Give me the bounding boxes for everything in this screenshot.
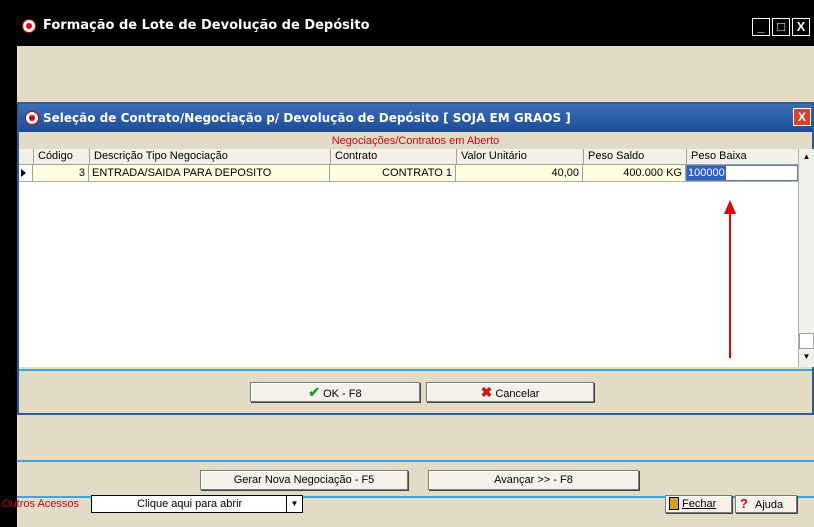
fechar-button[interactable]: Fechar <box>665 495 732 513</box>
dialog-close-button[interactable]: X <box>793 108 811 126</box>
outer-titlebar: Formação de Lote de Devolução de Depósit… <box>17 6 814 46</box>
dialog-titlebar: Seleção de Contrato/Negociação p/ Devolu… <box>19 104 812 132</box>
column-header-contrato[interactable]: Contrato <box>330 149 456 164</box>
row-indicator-cell <box>19 165 33 181</box>
separator <box>17 460 814 462</box>
column-header-descricao[interactable]: Descrição Tipo Negociação <box>89 149 330 164</box>
selection-dialog: Seleção de Contrato/Negociação p/ Devolu… <box>17 102 814 415</box>
ajuda-label: Ajuda <box>755 499 784 511</box>
column-header-peso-baixa[interactable]: Peso Baixa <box>686 149 798 164</box>
avancar-button[interactable]: Avançar >> - F8 <box>428 470 639 490</box>
ok-label: OK - F8 <box>323 388 362 400</box>
cancel-button[interactable]: ✖ Cancelar <box>426 382 594 402</box>
vertical-scrollbar[interactable]: ▲ ▼ <box>798 149 814 367</box>
ajuda-button[interactable]: ? Ajuda <box>735 495 797 513</box>
close-button[interactable]: X <box>792 18 810 36</box>
door-icon <box>669 497 679 510</box>
ok-button[interactable]: ✔ OK - F8 <box>250 382 420 402</box>
fechar-label: Fechar <box>682 498 717 510</box>
gerar-nova-negociacao-label: Gerar Nova Negociação - F5 <box>233 474 375 486</box>
annotation-arrow-icon <box>724 200 736 358</box>
column-header-valor-unitario[interactable]: Valor Unitário <box>456 149 583 164</box>
outros-acessos-combo[interactable]: Clique aqui para abrir ▼ <box>91 495 303 513</box>
maximize-button[interactable]: □ <box>772 18 790 36</box>
chevron-down-icon[interactable]: ▼ <box>286 496 302 512</box>
scroll-up-icon[interactable]: ▲ <box>799 149 814 165</box>
cell-contrato[interactable]: CONTRATO 1 <box>330 165 456 181</box>
separator <box>19 369 812 371</box>
cell-codigo[interactable]: 3 <box>33 165 89 181</box>
avancar-label: Avançar >> - F8 <box>494 474 573 486</box>
column-header-peso-saldo[interactable]: Peso Saldo <box>583 149 686 164</box>
cell-descricao[interactable]: ENTRADA/SAIDA PARA DEPOSITO <box>89 165 330 181</box>
table-row[interactable]: 3 ENTRADA/SAIDA PARA DEPOSITO CONTRATO 1… <box>19 165 798 182</box>
outer-window-title: Formação de Lote de Devolução de Depósit… <box>43 18 370 33</box>
grid-header: Código Descrição Tipo Negociação Contrat… <box>19 149 798 165</box>
peso-baixa-input[interactable]: 100000 <box>686 165 798 181</box>
cell-valor-unitario[interactable]: 40,00 <box>456 165 583 181</box>
checkmark-icon: ✔ <box>308 384 321 400</box>
scroll-down-icon[interactable]: ▼ <box>799 349 814 365</box>
app-icon <box>25 111 39 125</box>
outros-acessos-label: Outros Acessos <box>2 498 80 510</box>
dialog-title: Seleção de Contrato/Negociação p/ Devolu… <box>43 111 571 125</box>
column-header-codigo[interactable]: Código <box>33 149 89 164</box>
gerar-nova-negociacao-button[interactable]: Gerar Nova Negociação - F5 <box>200 470 408 490</box>
app-icon <box>22 19 36 33</box>
cancel-label: Cancelar <box>495 388 540 400</box>
row-selector-header <box>19 149 33 164</box>
scrollbar-thumb[interactable] <box>799 333 814 349</box>
help-icon: ? <box>740 496 748 511</box>
combo-value: Clique aqui para abrir <box>137 498 243 510</box>
row-pointer-icon <box>21 169 26 177</box>
peso-baixa-value: 100000 <box>687 166 726 180</box>
x-icon: ✖ <box>480 384 493 400</box>
grid-caption: Negociações/Contratos em Aberto <box>331 135 500 147</box>
cell-peso-saldo[interactable]: 400.000 KG <box>583 165 686 181</box>
minimize-button[interactable]: _ <box>752 18 770 36</box>
contracts-grid: Código Descrição Tipo Negociação Contrat… <box>19 149 814 367</box>
